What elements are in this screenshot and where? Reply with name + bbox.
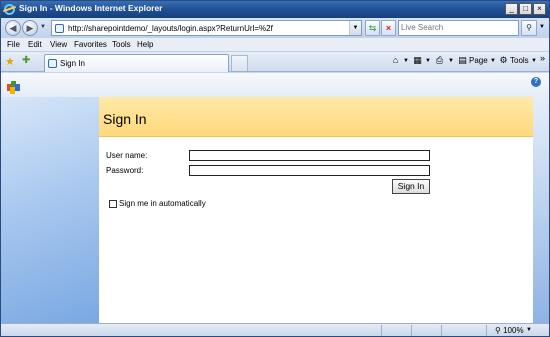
menu-edit[interactable]: Edit (28, 40, 42, 49)
page-title: Sign In (103, 111, 147, 127)
address-dropdown-icon[interactable]: ▼ (349, 21, 361, 35)
home-icon[interactable]: ⌂ (390, 55, 401, 66)
status-divider (486, 325, 487, 336)
refresh-button[interactable]: ⇆ (365, 20, 380, 36)
zoom-magnifier-icon: ⚲ (495, 326, 504, 335)
tools-menu-button[interactable]: Tools (510, 56, 529, 65)
zoom-dropdown-icon[interactable]: ▼ (526, 327, 532, 333)
add-favorites-icon[interactable]: ✚ (22, 55, 30, 66)
search-button[interactable]: ⚲ (521, 20, 537, 36)
status-divider (441, 325, 442, 336)
page-content: ? Sign In User name: Password: Sign In S… (1, 73, 549, 323)
print-icon[interactable]: ⎙ (434, 55, 445, 66)
minimize-button[interactable]: _ (505, 3, 518, 15)
browser-window: Sign In - Windows Internet Explorer _ □ … (0, 0, 550, 337)
tab-page-icon (48, 59, 57, 68)
zoom-level[interactable]: ⚲ 100% (495, 326, 524, 335)
zoom-value: 100% (503, 326, 524, 335)
password-label: Password: (106, 166, 144, 175)
home-dropdown-icon[interactable]: ▼ (403, 58, 409, 64)
forward-button[interactable]: ▶ (22, 20, 38, 36)
close-button[interactable]: × (533, 3, 546, 15)
sharepoint-logo-icon (7, 81, 21, 94)
sign-in-panel: Sign In User name: Password: Sign In Sig… (99, 97, 533, 323)
search-icon: ⚲ (526, 23, 532, 32)
page-dropdown-icon[interactable]: ▼ (490, 58, 496, 64)
status-divider (381, 325, 382, 336)
address-url[interactable]: http://sharepointdemo/_layouts/login.asp… (68, 24, 273, 33)
menu-favorites[interactable]: Favorites (74, 40, 107, 49)
password-input[interactable] (189, 165, 430, 176)
stop-button[interactable]: × (381, 20, 396, 36)
left-decorative-panel (1, 97, 99, 323)
tools-gear-icon[interactable]: ⚙ (498, 55, 509, 66)
tab-sign-in[interactable]: Sign In (44, 54, 229, 72)
status-divider (411, 325, 412, 336)
feeds-icon[interactable]: ▦ (412, 55, 423, 66)
menu-help[interactable]: Help (137, 40, 153, 49)
title-bar: Sign In - Windows Internet Explorer _ □ … (1, 1, 549, 18)
maximize-button[interactable]: □ (519, 3, 532, 15)
window-title: Sign In - Windows Internet Explorer (19, 3, 163, 13)
right-decorative-panel (533, 97, 549, 323)
sign-in-header: Sign In (99, 97, 533, 137)
recent-pages-dropdown-icon[interactable]: ▼ (40, 24, 46, 30)
search-input[interactable] (399, 21, 517, 34)
page-icon (55, 24, 64, 33)
menu-file[interactable]: File (7, 40, 20, 49)
menu-view[interactable]: View (50, 40, 67, 49)
back-button[interactable]: ◀ (5, 20, 21, 36)
ie-logo-icon (4, 4, 15, 15)
favorites-star-icon[interactable]: ★ (5, 55, 15, 68)
tab-label: Sign In (60, 59, 85, 68)
feeds-dropdown-icon[interactable]: ▼ (425, 58, 431, 64)
sign-in-button[interactable]: Sign In (392, 179, 430, 194)
remember-me-checkbox[interactable] (109, 200, 117, 208)
menu-bar: File Edit View Favorites Tools Help (1, 38, 549, 52)
chevron-more-icon[interactable]: » (540, 53, 545, 63)
address-field[interactable]: http://sharepointdemo/_layouts/login.asp… (51, 20, 362, 36)
address-row: ◀ ▶ ▼ http://sharepointdemo/_layouts/log… (1, 18, 549, 38)
remember-me-label[interactable]: Sign me in automatically (119, 199, 206, 208)
sharepoint-top-bar: ? (1, 73, 549, 97)
new-tab-button[interactable] (231, 55, 248, 71)
username-input[interactable] (189, 150, 430, 161)
window-controls: _ □ × (505, 3, 546, 15)
username-label: User name: (106, 151, 148, 160)
page-menu-icon[interactable]: ▤ (457, 55, 468, 66)
menu-tools[interactable]: Tools (112, 40, 131, 49)
search-options-dropdown-icon[interactable]: ▼ (539, 24, 545, 30)
status-bar: ⚲ 100% ▼ (1, 323, 549, 336)
page-menu-button[interactable]: Page (469, 56, 488, 65)
tab-bar: ★ ✚ Sign In ⌂ ▼ ▦ ▼ ⎙ ▼ ▤ Page ▼ ⚙ Tools… (1, 52, 549, 72)
help-icon[interactable]: ? (531, 77, 541, 87)
search-field[interactable] (398, 20, 519, 36)
print-dropdown-icon[interactable]: ▼ (448, 58, 454, 64)
tools-dropdown-icon[interactable]: ▼ (531, 58, 537, 64)
